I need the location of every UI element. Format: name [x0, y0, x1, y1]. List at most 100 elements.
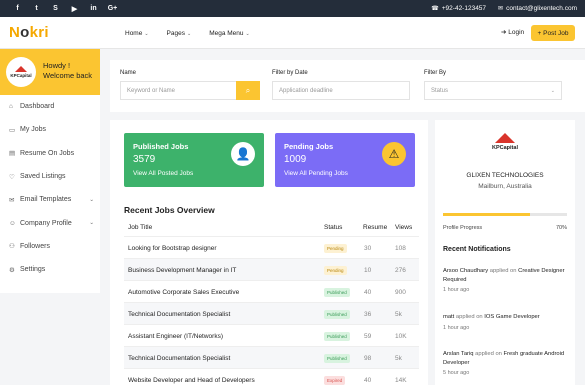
recent-jobs-title: Recent Jobs Overview: [124, 205, 215, 215]
profile-progress-value: 70%: [555, 225, 567, 231]
published-jobs-card[interactable]: Published Jobs 3579 View All Posted Jobs…: [124, 133, 264, 187]
sidebar-item-label: My Jobs: [20, 126, 47, 134]
job-title[interactable]: Technical Documentation Specialist: [128, 347, 230, 369]
recent-notifications-title: Recent Notifications: [443, 246, 511, 253]
sidebar-item-resume-on-jobs[interactable]: ▤ Resume On Jobs: [0, 142, 100, 165]
status-cell: Published: [324, 303, 350, 325]
welcome-text: Welcome back: [43, 71, 93, 80]
job-title[interactable]: Business Development Manager in IT: [128, 259, 236, 281]
phone-contact[interactable]: ☎ +92-42-123457: [431, 5, 486, 12]
chevron-down-icon: ⌄: [89, 220, 94, 227]
greeting: Howdy ! Welcome back: [43, 61, 92, 81]
jobs-overview-panel: Published Jobs 3579 View All Posted Jobs…: [110, 120, 428, 385]
job-title[interactable]: Automotive Corporate Sales Executive: [128, 281, 239, 303]
user-icon: ☺: [9, 219, 16, 227]
view-pending-jobs-link[interactable]: View All Pending Jobs: [284, 170, 348, 177]
chevron-down-icon: ⌄: [550, 87, 555, 94]
status-select-value: Status: [431, 87, 449, 94]
resume-count: 98: [364, 354, 372, 362]
status-cell: Published: [324, 325, 350, 347]
site-logo[interactable]: Nokri: [9, 24, 49, 41]
sidebar-item-my-jobs[interactable]: ▭ My Jobs: [0, 118, 100, 141]
sidebar-item-saved-listings[interactable]: ♡ Saved Listings: [0, 165, 100, 188]
main-navbar: Nokri Home ⌄ Pages ⌄ Mega Menu ⌄ ➔ Login + …: [0, 17, 585, 49]
job-title[interactable]: Assistant Engineer (IT/Networks): [128, 325, 223, 347]
job-link[interactable]: IOS Game Developer: [484, 314, 539, 320]
company-location: Mailburn, Australia: [478, 183, 532, 190]
card-title: Pending Jobs: [284, 142, 334, 151]
menu-pages[interactable]: Pages ⌄: [167, 30, 192, 37]
notification-item[interactable]: Arsoo Chaudhary applied on Creative Desi…: [443, 267, 567, 293]
table-row[interactable]: Technical Documentation Specialist Publi…: [124, 302, 419, 324]
sidebar-item-label: Followers: [20, 242, 50, 250]
login-link[interactable]: ➔ Login: [501, 28, 524, 36]
applicant-name[interactable]: Arsoo Chaudhary: [443, 268, 488, 274]
table-row[interactable]: Looking for Bootstrap designer Pending 3…: [124, 236, 419, 258]
status-badge: Pending: [324, 243, 347, 253]
views-count: 276: [395, 266, 406, 274]
pending-jobs-card[interactable]: Pending Jobs 1009 View All Pending Jobs …: [275, 133, 415, 187]
contact-info: ☎ +92-42-123457 ✉ contact@glixentech.com: [431, 0, 577, 17]
menu-home-label: Home: [125, 29, 143, 37]
skype-icon[interactable]: S: [46, 5, 65, 12]
column-header-resume: Resume: [363, 224, 388, 231]
notification-action: applied on: [455, 314, 483, 320]
notification-item[interactable]: Arslan Tariq applied on Fresh graduate A…: [443, 350, 567, 376]
sidebar-item-settings[interactable]: ⚙ Settings: [0, 258, 100, 281]
post-job-label: Post Job: [543, 29, 569, 37]
company-name: GLIXEN TECHNOLOGIES: [466, 172, 544, 179]
company-logo-text: KPCapital: [492, 145, 518, 151]
email-text: contact@glixentech.com: [506, 5, 577, 12]
sidebar-item-company-profile[interactable]: ☺ Company Profile ⌄: [0, 211, 100, 234]
google-plus-icon[interactable]: G+: [103, 5, 122, 12]
card-title: Published Jobs: [133, 142, 189, 151]
column-header-status: Status: [324, 224, 343, 231]
table-row[interactable]: Website Developer and Head of Developers…: [124, 368, 419, 385]
table-row[interactable]: Assistant Engineer (IT/Networks) Publish…: [124, 324, 419, 346]
status-badge: Published: [324, 353, 350, 363]
document-icon: ▤: [9, 150, 16, 158]
howdy-text: Howdy !: [43, 61, 71, 70]
linkedin-icon[interactable]: in: [84, 5, 103, 12]
name-search-input[interactable]: Keyword or Name: [120, 81, 237, 100]
company-logo-icon: [495, 133, 515, 143]
job-title[interactable]: Looking for Bootstrap designer: [128, 237, 217, 259]
name-filter-label: Name: [120, 70, 137, 76]
sidebar-item-email-templates[interactable]: ✉ Email Templates ⌄: [0, 188, 100, 211]
logo-letter-o: o: [20, 24, 30, 41]
chevron-down-icon: ⌄: [186, 30, 192, 37]
avatar[interactable]: KPCapital: [6, 57, 36, 87]
youtube-icon[interactable]: ▶: [65, 5, 84, 13]
view-posted-jobs-link[interactable]: View All Posted Jobs: [133, 170, 193, 177]
facebook-icon[interactable]: f: [8, 5, 27, 12]
status-filter-select[interactable]: Status ⌄: [424, 81, 562, 100]
twitter-icon[interactable]: t: [27, 5, 46, 12]
table-row[interactable]: Automotive Corporate Sales Executive Pub…: [124, 280, 419, 302]
job-title[interactable]: Technical Documentation Specialist: [128, 303, 230, 325]
resume-count: 59: [364, 332, 372, 340]
views-count: 900: [395, 288, 406, 296]
sidebar-item-dashboard[interactable]: ⌂ Dashboard: [0, 95, 100, 118]
avatar-logo-text: KPCapital: [10, 73, 32, 78]
dashboard-sidebar: KPCapital Howdy ! Welcome back ⌂ Dashboar…: [0, 49, 100, 293]
date-filter-input[interactable]: Application deadline: [272, 81, 410, 100]
chevron-down-icon: ⌄: [89, 196, 94, 203]
sidebar-item-label: Dashboard: [20, 103, 55, 111]
applicant-name[interactable]: Arslan Tariq: [443, 351, 474, 357]
table-row[interactable]: Technical Documentation Specialist Publi…: [124, 346, 419, 368]
applicant-name[interactable]: matt: [443, 314, 454, 320]
menu-home[interactable]: Home ⌄: [125, 30, 149, 37]
post-job-button[interactable]: + Post Job: [531, 25, 575, 41]
notification-action: applied on: [489, 268, 517, 274]
menu-pages-label: Pages: [166, 29, 185, 37]
resume-count: 40: [364, 288, 372, 296]
sidebar-item-followers[interactable]: ⚇ Followers: [0, 235, 100, 258]
search-button[interactable]: ⌕: [236, 81, 260, 100]
notification-item[interactable]: matt applied on IOS Game Developer 1 hou…: [443, 313, 567, 331]
menu-mega-menu[interactable]: Mega Menu ⌄: [209, 30, 250, 37]
job-title[interactable]: Website Developer and Head of Developers: [128, 369, 255, 385]
table-row[interactable]: Business Development Manager in IT Pendi…: [124, 258, 419, 280]
notification-action: applied on: [475, 351, 502, 357]
person-icon: 👤: [231, 142, 255, 166]
email-contact[interactable]: ✉ contact@glixentech.com: [498, 5, 577, 12]
